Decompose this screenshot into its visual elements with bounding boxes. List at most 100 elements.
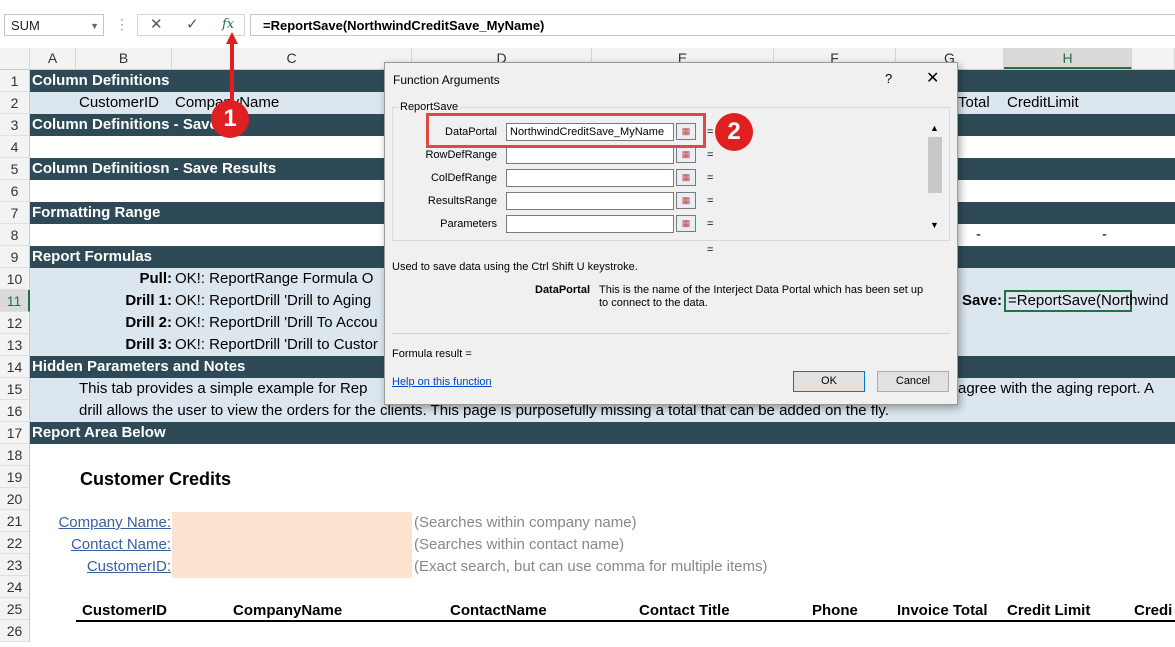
row-header[interactable]: 1 <box>0 70 30 92</box>
report-column-header[interactable]: ContactName <box>450 600 547 622</box>
row-header[interactable]: 24 <box>0 576 30 598</box>
report-column-header[interactable]: CustomerID <box>82 600 167 622</box>
arg-description-label: DataPortal <box>535 284 591 296</box>
cell-drill1-value[interactable]: OK!: ReportDrill 'Drill to Aging <box>175 290 371 312</box>
cell-customerid-header[interactable]: CustomerID <box>79 92 159 114</box>
arg-input-coldefrange[interactable] <box>506 169 674 187</box>
ok-button[interactable]: OK <box>793 371 865 392</box>
arg-label-coldefrange: ColDefRange <box>430 172 497 184</box>
arg-equals: = <box>707 172 714 184</box>
row-header[interactable]: 26 <box>0 620 30 642</box>
help-link[interactable]: Help on this function <box>392 376 492 388</box>
cell-drill3-label[interactable]: Drill 3: <box>76 334 172 356</box>
report-title[interactable]: Customer Credits <box>80 466 231 492</box>
row-header[interactable]: 21 <box>0 510 30 532</box>
function-description: Used to save data using the Ctrl Shift U… <box>392 261 638 273</box>
report-column-header[interactable]: Phone <box>812 600 858 622</box>
cancel-button[interactable]: Cancel <box>877 371 949 392</box>
row-header[interactable]: 25 <box>0 598 30 620</box>
row-header[interactable]: 14 <box>0 356 30 378</box>
report-column-header[interactable]: CompanyName <box>233 600 342 622</box>
range-select-icon[interactable]: ▦ <box>676 215 696 232</box>
range-select-icon[interactable]: ▦ <box>676 146 696 163</box>
report-column-header[interactable]: Credit Limit <box>1007 600 1090 622</box>
cell-dash[interactable]: - <box>1102 224 1107 246</box>
row-header[interactable]: 6 <box>0 180 30 202</box>
customerid-hint: (Exact search, but can use comma for mul… <box>414 558 768 575</box>
row-header[interactable]: 10 <box>0 268 30 290</box>
row-header[interactable]: 2 <box>0 92 30 114</box>
arg-equals: = <box>707 195 714 207</box>
row-header[interactable]: 23 <box>0 554 30 576</box>
active-cell-save-formula[interactable]: =ReportSave(Northwind <box>1004 290 1169 312</box>
report-column-header[interactable]: Invoice Total <box>897 600 988 622</box>
arg-equals: = <box>707 218 714 230</box>
close-icon[interactable]: ✕ <box>926 68 939 88</box>
cell-creditlimit-header[interactable]: CreditLimit <box>1007 92 1079 114</box>
divider <box>392 333 950 334</box>
row-header[interactable]: 15 <box>0 378 30 400</box>
row-header[interactable]: 8 <box>0 224 30 246</box>
row-header[interactable]: 17 <box>0 422 30 444</box>
cell-drill1-label[interactable]: Drill 1: <box>76 290 172 312</box>
column-header-c[interactable]: C <box>172 48 412 69</box>
row-header[interactable]: 5 <box>0 158 30 180</box>
row-header[interactable]: 7 <box>0 202 30 224</box>
row-header[interactable]: 4 <box>0 136 30 158</box>
formula-result: Formula result = <box>392 348 472 360</box>
arg-input-parameters[interactable] <box>506 215 674 233</box>
enter-icon[interactable]: ✓ <box>186 15 199 35</box>
company-name-link[interactable]: Company Name: <box>30 512 171 534</box>
row-header[interactable]: 13 <box>0 334 30 356</box>
row-header[interactable]: 18 <box>0 444 30 466</box>
section-report-area: Report Area Below <box>30 422 1175 444</box>
name-box[interactable]: SUM ▼ <box>4 14 104 36</box>
arg-input-rowdefrange[interactable] <box>506 146 674 164</box>
dialog-title: Function Arguments <box>393 73 500 87</box>
cell-pull-label[interactable]: Pull: <box>76 268 173 290</box>
help-icon[interactable]: ? <box>885 71 892 86</box>
arg-description-line2: to connect to the data. <box>599 297 708 309</box>
formula-input[interactable]: =ReportSave(NorthwindCreditSave_MyName) <box>250 14 1175 36</box>
function-name: ReportSave <box>398 101 461 113</box>
arg-label-parameters: Parameters <box>440 218 497 230</box>
formula-bar-area: SUM ▼ ⋮ ✕ ✓ fx =ReportSave(NorthwindCred… <box>0 0 1175 48</box>
cell-total-header[interactable]: Total <box>958 92 990 114</box>
select-all-corner[interactable] <box>0 48 30 69</box>
cell-drill2-label[interactable]: Drill 2: <box>76 312 172 334</box>
column-header-a[interactable]: A <box>30 48 76 69</box>
cell-save-label[interactable]: Save: <box>962 290 1002 312</box>
cell-pull-value[interactable]: OK!: ReportRange Formula O <box>175 268 373 290</box>
cell-drill3-value[interactable]: OK!: ReportDrill 'Drill to Custor <box>175 334 378 356</box>
range-select-icon[interactable]: ▦ <box>676 169 696 186</box>
step-badge-1: 1 <box>211 100 249 138</box>
cell-notes-line1-right[interactable]: agree with the aging report. A <box>958 378 1154 400</box>
arg-input-resultsrange[interactable] <box>506 192 674 210</box>
scroll-up-icon[interactable]: ▲ <box>930 123 939 133</box>
row-header[interactable]: 3 <box>0 114 30 136</box>
scroll-down-icon[interactable]: ▼ <box>930 220 939 230</box>
column-header-b[interactable]: B <box>76 48 172 69</box>
column-header-h[interactable]: H <box>1004 48 1132 69</box>
cell-notes-line1[interactable]: This tab provides a simple example for R… <box>79 378 367 400</box>
row-header[interactable]: 19 <box>0 466 30 488</box>
row-header[interactable]: 11 <box>0 290 30 312</box>
row-header[interactable]: 9 <box>0 246 30 268</box>
column-header-i[interactable] <box>1132 48 1175 69</box>
drag-handle-icon[interactable]: ⋮ <box>115 16 129 33</box>
row-header[interactable]: 12 <box>0 312 30 334</box>
contact-name-link[interactable]: Contact Name: <box>30 534 171 556</box>
chevron-down-icon[interactable]: ▼ <box>90 15 99 37</box>
cell-dash[interactable]: - <box>976 224 981 246</box>
search-input-area[interactable] <box>172 512 412 578</box>
cancel-icon[interactable]: ✕ <box>150 15 163 35</box>
report-column-header[interactable]: Credi <box>1134 600 1172 622</box>
scrollbar-thumb[interactable] <box>928 137 942 193</box>
range-select-icon[interactable]: ▦ <box>676 192 696 209</box>
report-column-header[interactable]: Contact Title <box>639 600 730 622</box>
row-header[interactable]: 22 <box>0 532 30 554</box>
row-header[interactable]: 16 <box>0 400 30 422</box>
cell-drill2-value[interactable]: OK!: ReportDrill 'Drill To Accou <box>175 312 378 334</box>
row-header[interactable]: 20 <box>0 488 30 510</box>
customerid-link[interactable]: CustomerID: <box>30 556 171 578</box>
